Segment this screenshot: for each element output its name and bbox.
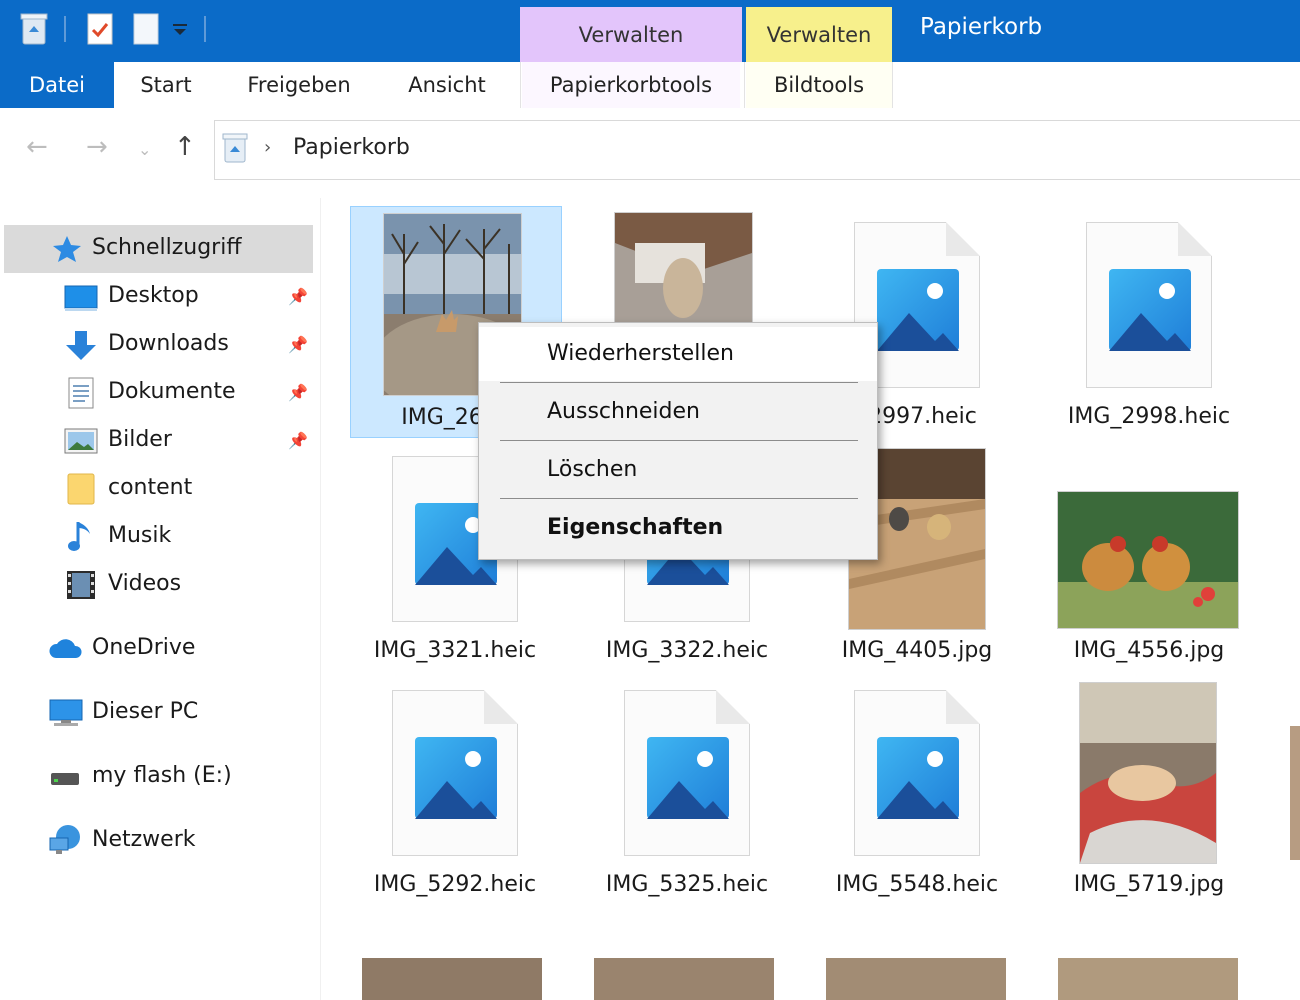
sidebar-item-content[interactable]: content bbox=[108, 465, 192, 511]
tab-group-verwalten-bild: Verwalten bbox=[746, 7, 892, 62]
tab-ansicht[interactable]: Ansicht bbox=[396, 62, 498, 108]
menu-item-eigenschaften[interactable]: Eigenschaften bbox=[479, 501, 877, 555]
heic-file-icon bbox=[1086, 222, 1212, 388]
sidebar-item-schnellzugriff[interactable]: Schnellzugriff bbox=[92, 225, 241, 271]
tab-datei[interactable]: Datei bbox=[0, 62, 114, 108]
documents-icon bbox=[68, 377, 94, 413]
file-name: IMG_5325.heic bbox=[605, 872, 769, 897]
back-arrow-icon[interactable]: ← bbox=[26, 132, 48, 162]
heic-file-icon bbox=[854, 690, 980, 856]
sidebar-item-dieser-pc[interactable]: Dieser PC bbox=[92, 689, 198, 735]
tab-start[interactable]: Start bbox=[124, 62, 208, 108]
sidebar-item-bilder[interactable]: Bilder bbox=[108, 417, 172, 463]
file-item[interactable]: IMG_4556.jpg bbox=[1044, 440, 1254, 670]
file-name: IMG_3322.heic bbox=[605, 638, 769, 663]
sidebar-item-desktop[interactable]: Desktop bbox=[108, 273, 199, 319]
desktop-icon bbox=[64, 284, 98, 316]
onedrive-icon bbox=[48, 636, 84, 664]
star-icon bbox=[52, 235, 82, 267]
new-folder-icon[interactable] bbox=[132, 12, 160, 50]
recent-locations-chevron-icon[interactable]: ⌄ bbox=[138, 140, 151, 159]
pin-icon[interactable]: 📌 bbox=[288, 335, 308, 354]
forward-arrow-icon[interactable]: → bbox=[86, 132, 108, 162]
pin-icon[interactable]: 📌 bbox=[288, 383, 308, 402]
file-item[interactable]: IMG_5548.heic bbox=[812, 674, 1022, 904]
recycle-bin-location-icon bbox=[222, 132, 248, 168]
file-name: IMG_5719.jpg bbox=[1073, 872, 1225, 897]
heic-file-icon bbox=[624, 690, 750, 856]
sidebar-item-my-flash[interactable]: my flash (E:) bbox=[92, 753, 232, 799]
breadcrumb[interactable]: Papierkorb bbox=[293, 135, 410, 160]
sidebar-item-onedrive[interactable]: OneDrive bbox=[92, 625, 195, 671]
music-icon bbox=[66, 520, 94, 558]
customize-toolbar-icon[interactable] bbox=[172, 22, 188, 42]
menu-item-ausschneiden[interactable]: Ausschneiden bbox=[479, 385, 877, 439]
videos-icon bbox=[66, 570, 96, 604]
sidebar-item-dokumente[interactable]: Dokumente bbox=[108, 369, 235, 415]
heic-file-icon bbox=[392, 690, 518, 856]
photo-thumbnail bbox=[1079, 682, 1217, 864]
sidebar-item-videos[interactable]: Videos bbox=[108, 561, 181, 607]
photo-thumbnail bbox=[614, 212, 753, 334]
file-name: IMG_5548.heic bbox=[835, 872, 999, 897]
tab-papierkorbtools[interactable]: Papierkorbtools bbox=[522, 62, 740, 108]
menu-item-wiederherstellen[interactable]: Wiederherstellen bbox=[479, 327, 877, 381]
file-name: IMG_4405.jpg bbox=[841, 638, 993, 663]
pin-icon[interactable]: 📌 bbox=[288, 431, 308, 450]
tab-bildtools[interactable]: Bildtools bbox=[746, 62, 892, 108]
tab-freigeben[interactable]: Freigeben bbox=[236, 62, 362, 108]
file-item[interactable]: IMG_5292.heic bbox=[350, 674, 560, 904]
sidebar-item-downloads[interactable]: Downloads bbox=[108, 321, 229, 367]
pictures-icon bbox=[64, 428, 98, 458]
photo-thumbnail-partial[interactable] bbox=[362, 958, 542, 1000]
properties-icon[interactable] bbox=[86, 12, 114, 50]
file-name: IMG_4556.jpg bbox=[1073, 638, 1225, 663]
downloads-icon bbox=[64, 330, 98, 366]
pin-icon[interactable]: 📌 bbox=[288, 287, 308, 306]
breadcrumb-separator-icon: › bbox=[264, 137, 272, 158]
menu-separator bbox=[500, 498, 858, 499]
file-item[interactable]: IMG_5719.jpg bbox=[1044, 674, 1254, 904]
photo-thumbnail-partial[interactable] bbox=[1058, 958, 1238, 1000]
file-name: IMG_3321.heic bbox=[373, 638, 537, 663]
sidebar-item-musik[interactable]: Musik bbox=[108, 513, 171, 559]
menu-separator bbox=[500, 440, 858, 441]
file-item[interactable]: IMG_2998.heic bbox=[1044, 206, 1254, 436]
menu-item-loeschen[interactable]: Löschen bbox=[479, 443, 877, 497]
photo-thumbnail bbox=[1057, 491, 1239, 629]
file-name: IMG_5292.heic bbox=[373, 872, 537, 897]
file-item[interactable]: IMG_5325.heic bbox=[582, 674, 792, 904]
file-name: IMG_2998.heic bbox=[1067, 404, 1231, 429]
context-menu: Wiederherstellen Ausschneiden Löschen Ei… bbox=[478, 322, 878, 560]
up-arrow-icon[interactable]: ↑ bbox=[174, 132, 196, 162]
recycle-bin-icon bbox=[20, 12, 48, 50]
tab-group-verwalten-papierkorb: Verwalten bbox=[520, 7, 742, 62]
sidebar-item-netzwerk[interactable]: Netzwerk bbox=[92, 817, 195, 863]
photo-thumbnail-partial[interactable] bbox=[594, 958, 774, 1000]
network-icon bbox=[48, 824, 84, 860]
window-title: Papierkorb bbox=[920, 14, 1043, 40]
drive-icon bbox=[50, 770, 80, 792]
ribbon: Datei Start Freigeben Ansicht Papierkorb… bbox=[0, 62, 1300, 109]
photo-thumbnail-partial[interactable] bbox=[1290, 726, 1300, 860]
menu-separator bbox=[500, 382, 858, 383]
folder-icon bbox=[66, 472, 96, 510]
photo-thumbnail-partial[interactable] bbox=[826, 958, 1006, 1000]
pc-icon bbox=[48, 698, 84, 732]
